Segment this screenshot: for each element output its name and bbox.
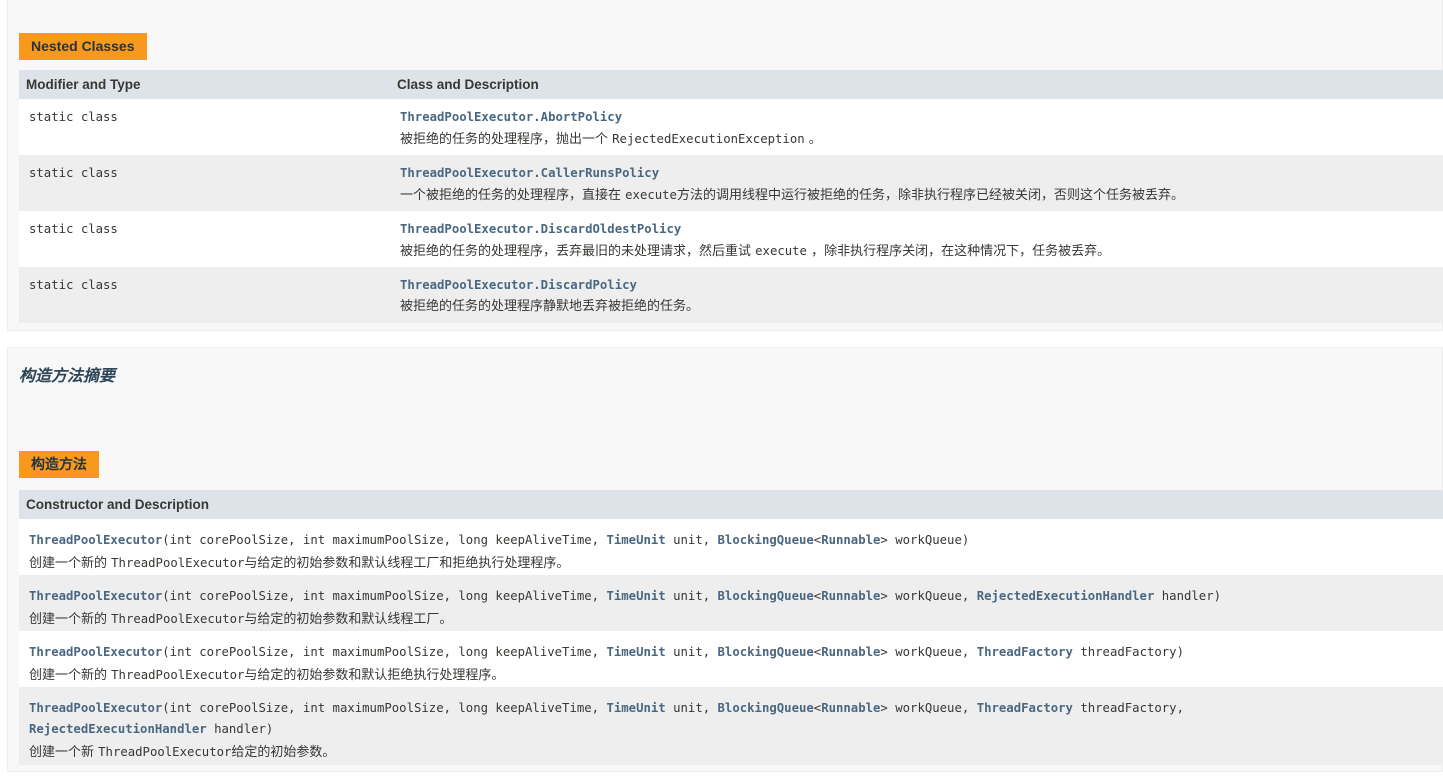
- rejected-execution-handler-link[interactable]: RejectedExecutionHandler: [977, 589, 1155, 603]
- blockingqueue-link[interactable]: BlockingQueue: [718, 533, 814, 547]
- table-row: ThreadPoolExecutor(int corePoolSize, int…: [19, 687, 1443, 765]
- nested-classes-table: Modifier and Type Class and Description …: [19, 70, 1443, 323]
- threadfactory-link[interactable]: ThreadFactory: [977, 701, 1073, 715]
- blockingqueue-link[interactable]: BlockingQueue: [718, 645, 814, 659]
- constructor-signature: ThreadPoolExecutor(int corePoolSize, int…: [29, 533, 970, 547]
- timeunit-link[interactable]: TimeUnit: [606, 589, 665, 603]
- constructor-caption: 构造方法: [19, 451, 99, 478]
- table-row: static class ThreadPoolExecutor.CallerRu…: [19, 155, 1443, 211]
- constructor-table: Constructor and Description ThreadPoolEx…: [19, 490, 1443, 765]
- table-row: ThreadPoolExecutor(int corePoolSize, int…: [19, 631, 1443, 687]
- runnable-link[interactable]: Runnable: [821, 589, 880, 603]
- table-header-row: Constructor and Description: [19, 490, 1443, 519]
- constructor-description: 创建一个新 ThreadPoolExecutor给定的初始参数。: [29, 745, 336, 760]
- constructor-link[interactable]: ThreadPoolExecutor: [29, 589, 162, 603]
- runnable-link[interactable]: Runnable: [821, 701, 880, 715]
- blockingqueue-link[interactable]: BlockingQueue: [718, 589, 814, 603]
- class-description: 被拒绝的任务的处理程序，抛出一个 RejectedExecutionExcept…: [400, 132, 822, 147]
- constructor-description: 创建一个新的 ThreadPoolExecutor与给定的初始参数和默认线程工厂…: [29, 612, 453, 627]
- constructor-signature: ThreadPoolExecutor(int corePoolSize, int…: [29, 589, 1222, 603]
- class-description-header: Class and Description: [390, 70, 1443, 99]
- modifier-text: static class: [29, 110, 118, 124]
- threadfactory-link[interactable]: ThreadFactory: [977, 645, 1073, 659]
- abort-policy-link[interactable]: ThreadPoolExecutor.AbortPolicy: [400, 110, 622, 124]
- table-header-row: Modifier and Type Class and Description: [19, 70, 1443, 99]
- timeunit-link[interactable]: TimeUnit: [606, 701, 665, 715]
- nested-classes-summary: Nested Classes Modifier and Type Class a…: [7, 0, 1443, 331]
- class-description: 一个被拒绝的任务的处理程序，直接在 execute方法的调用线程中运行被拒绝的任…: [400, 188, 1184, 203]
- discard-oldest-policy-link[interactable]: ThreadPoolExecutor.DiscardOldestPolicy: [400, 222, 681, 236]
- class-description: 被拒绝的任务的处理程序静默地丢弃被拒绝的任务。: [400, 299, 700, 314]
- constructor-summary: 构造方法摘要 构造方法 Constructor and Description …: [7, 347, 1443, 772]
- modifier-text: static class: [29, 222, 118, 236]
- constructor-description: 创建一个新的 ThreadPoolExecutor与给定的初始参数和默认线程工厂…: [29, 556, 570, 571]
- timeunit-link[interactable]: TimeUnit: [606, 645, 665, 659]
- table-row: static class ThreadPoolExecutor.AbortPol…: [19, 99, 1443, 155]
- constructor-signature: ThreadPoolExecutor(int corePoolSize, int…: [29, 701, 1184, 736]
- constructor-link[interactable]: ThreadPoolExecutor: [29, 533, 162, 547]
- timeunit-link[interactable]: TimeUnit: [606, 533, 665, 547]
- constructor-summary-heading: 构造方法摘要: [19, 366, 116, 385]
- discard-policy-link[interactable]: ThreadPoolExecutor.DiscardPolicy: [400, 278, 637, 292]
- constructor-description-header: Constructor and Description: [19, 490, 1443, 519]
- class-description: 被拒绝的任务的处理程序，丢弃最旧的未处理请求，然后重试 execute ，除非执…: [400, 244, 1111, 259]
- modifier-type-header: Modifier and Type: [19, 70, 390, 99]
- constructor-signature: ThreadPoolExecutor(int corePoolSize, int…: [29, 645, 1184, 659]
- modifier-text: static class: [29, 166, 118, 180]
- table-row: ThreadPoolExecutor(int corePoolSize, int…: [19, 575, 1443, 631]
- runnable-link[interactable]: Runnable: [821, 533, 880, 547]
- caller-runs-policy-link[interactable]: ThreadPoolExecutor.CallerRunsPolicy: [400, 166, 659, 180]
- constructor-link[interactable]: ThreadPoolExecutor: [29, 645, 162, 659]
- nested-classes-caption: Nested Classes: [19, 33, 147, 60]
- rejected-execution-handler-link[interactable]: RejectedExecutionHandler: [29, 722, 207, 736]
- runnable-link[interactable]: Runnable: [821, 645, 880, 659]
- modifier-text: static class: [29, 278, 118, 292]
- constructor-link[interactable]: ThreadPoolExecutor: [29, 701, 162, 715]
- table-row: static class ThreadPoolExecutor.DiscardP…: [19, 267, 1443, 323]
- table-row: static class ThreadPoolExecutor.DiscardO…: [19, 211, 1443, 267]
- table-row: ThreadPoolExecutor(int corePoolSize, int…: [19, 519, 1443, 575]
- blockingqueue-link[interactable]: BlockingQueue: [718, 701, 814, 715]
- constructor-description: 创建一个新的 ThreadPoolExecutor与给定的初始参数和默认拒绝执行…: [29, 668, 505, 683]
